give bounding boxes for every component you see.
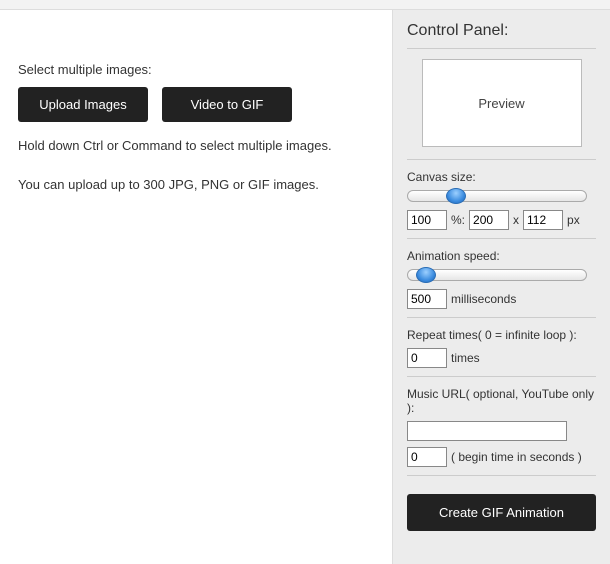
divider	[407, 475, 596, 476]
animation-speed-label: Animation speed:	[407, 249, 596, 263]
preview-label: Preview	[478, 96, 524, 111]
music-begin-inputs: ( begin time in seconds )	[407, 447, 596, 467]
animation-speed-inputs: milliseconds	[407, 289, 596, 309]
music-url-input[interactable]	[407, 421, 567, 441]
slider-thumb[interactable]	[416, 267, 436, 283]
video-to-gif-button[interactable]: Video to GIF	[162, 87, 292, 122]
canvas-width-input[interactable]	[469, 210, 509, 230]
begin-time-unit: ( begin time in seconds )	[451, 450, 582, 464]
divider	[407, 159, 596, 160]
music-begin-input[interactable]	[407, 447, 447, 467]
animation-speed-slider[interactable]	[407, 269, 587, 281]
divider	[407, 376, 596, 377]
percent-unit: %:	[451, 213, 465, 227]
divider	[407, 238, 596, 239]
upload-limit-hint: You can upload up to 300 JPG, PNG or GIF…	[18, 177, 374, 192]
animation-speed-input[interactable]	[407, 289, 447, 309]
upload-images-button[interactable]: Upload Images	[18, 87, 148, 122]
canvas-size-label: Canvas size:	[407, 170, 596, 184]
select-images-label: Select multiple images:	[18, 62, 374, 77]
milliseconds-unit: milliseconds	[451, 292, 516, 306]
canvas-size-inputs: %: x px	[407, 210, 596, 230]
animation-speed-section: Animation speed: milliseconds	[407, 249, 596, 309]
window-titlebar	[0, 0, 610, 10]
px-unit: px	[567, 213, 580, 227]
repeat-times-input[interactable]	[407, 348, 447, 368]
canvas-height-input[interactable]	[523, 210, 563, 230]
x-separator: x	[513, 213, 519, 227]
main-layout: Select multiple images: Upload Images Vi…	[0, 10, 610, 564]
canvas-size-slider[interactable]	[407, 190, 587, 202]
canvas-size-section: Canvas size: %: x px	[407, 170, 596, 230]
create-gif-button[interactable]: Create GIF Animation	[407, 494, 596, 531]
repeat-section: Repeat times( 0 = infinite loop ): times	[407, 328, 596, 368]
divider	[407, 48, 596, 49]
control-panel-title: Control Panel:	[407, 22, 596, 40]
repeat-label: Repeat times( 0 = infinite loop ):	[407, 328, 596, 342]
control-panel: Control Panel: Preview Canvas size: %: x…	[392, 10, 610, 564]
times-unit: times	[451, 351, 480, 365]
canvas-percent-input[interactable]	[407, 210, 447, 230]
multiselect-hint: Hold down Ctrl or Command to select mult…	[18, 138, 374, 153]
divider	[407, 317, 596, 318]
upload-button-row: Upload Images Video to GIF	[18, 87, 374, 122]
slider-thumb[interactable]	[446, 188, 466, 204]
repeat-inputs: times	[407, 348, 596, 368]
preview-box: Preview	[422, 59, 582, 147]
upload-pane: Select multiple images: Upload Images Vi…	[0, 10, 392, 564]
music-section: Music URL( optional, YouTube only ): ( b…	[407, 387, 596, 467]
music-url-label: Music URL( optional, YouTube only ):	[407, 387, 596, 415]
